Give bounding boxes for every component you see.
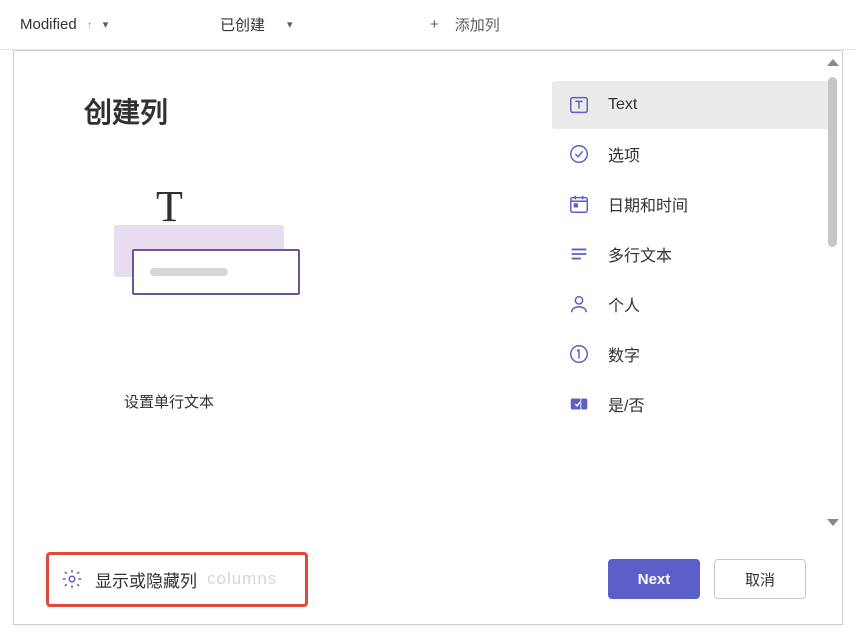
column-label: 已创建 [220,14,265,35]
type-option-number[interactable]: 数字 [552,329,832,379]
column-header-bar: Modified ↑ ▾ 已创建 ▾ + 添加列 [0,0,856,50]
dialog-body: 创建列 T 设置单行文本 Text [14,51,842,534]
create-column-dialog: 创建列 T 设置单行文本 Text [13,50,843,625]
column-type-list: Text 选项 日 [542,51,842,534]
dialog-footer: 显示或隐藏列 columns Next 取消 [14,534,842,624]
add-column-label: 添加列 [455,14,500,35]
type-label: 日期和时间 [608,192,688,216]
number-icon [568,343,590,365]
column-header-created[interactable]: 已创建 ▾ [220,14,430,35]
type-option-multiline[interactable]: 多行文本 [552,229,832,279]
dialog-title: 创建列 [84,91,522,131]
gear-icon [61,568,83,590]
type-label: 多行文本 [608,242,672,266]
left-panel: 创建列 T 设置单行文本 [14,51,542,534]
show-hide-columns-link[interactable]: 显示或隐藏列 columns [46,552,308,607]
type-label: 选项 [608,142,640,166]
chevron-down-icon[interactable]: ▾ [103,18,109,31]
scroll-up-icon[interactable] [827,59,839,66]
cancel-button[interactable]: 取消 [714,559,806,599]
next-button[interactable]: Next [608,559,700,599]
ghost-text: columns [207,569,277,589]
type-option-text[interactable]: Text [552,81,832,129]
show-hide-label: 显示或隐藏列 [95,567,197,592]
type-option-yesno[interactable]: 是/否 [552,379,832,429]
scrollbar[interactable] [826,59,840,526]
scroll-down-icon[interactable] [827,519,839,526]
scroll-thumb[interactable] [828,77,837,247]
column-type-preview: T [104,181,304,321]
dialog-subtitle: 设置单行文本 [124,391,522,412]
plus-icon: + [430,16,439,33]
column-label: Modified [20,16,77,33]
type-option-person[interactable]: 个人 [552,279,832,329]
text-icon [568,94,590,116]
text-glyph-icon: T [156,181,183,232]
type-label: 是/否 [608,392,644,416]
calendar-icon [568,193,590,215]
type-label: Text [608,96,637,114]
choice-icon [568,143,590,165]
add-column-button[interactable]: + 添加列 [430,14,500,35]
type-label: 个人 [608,292,640,316]
footer-buttons: Next 取消 [608,559,806,599]
multiline-icon [568,243,590,265]
type-label: 数字 [608,342,640,366]
sort-asc-icon: ↑ [87,18,93,32]
type-option-datetime[interactable]: 日期和时间 [552,179,832,229]
preview-placeholder-line [150,268,228,276]
preview-input [132,249,300,295]
type-option-choice[interactable]: 选项 [552,129,832,179]
chevron-down-icon[interactable]: ▾ [287,18,293,31]
person-icon [568,293,590,315]
column-header-modified[interactable]: Modified ↑ ▾ [20,16,220,33]
yesno-icon [568,393,590,415]
